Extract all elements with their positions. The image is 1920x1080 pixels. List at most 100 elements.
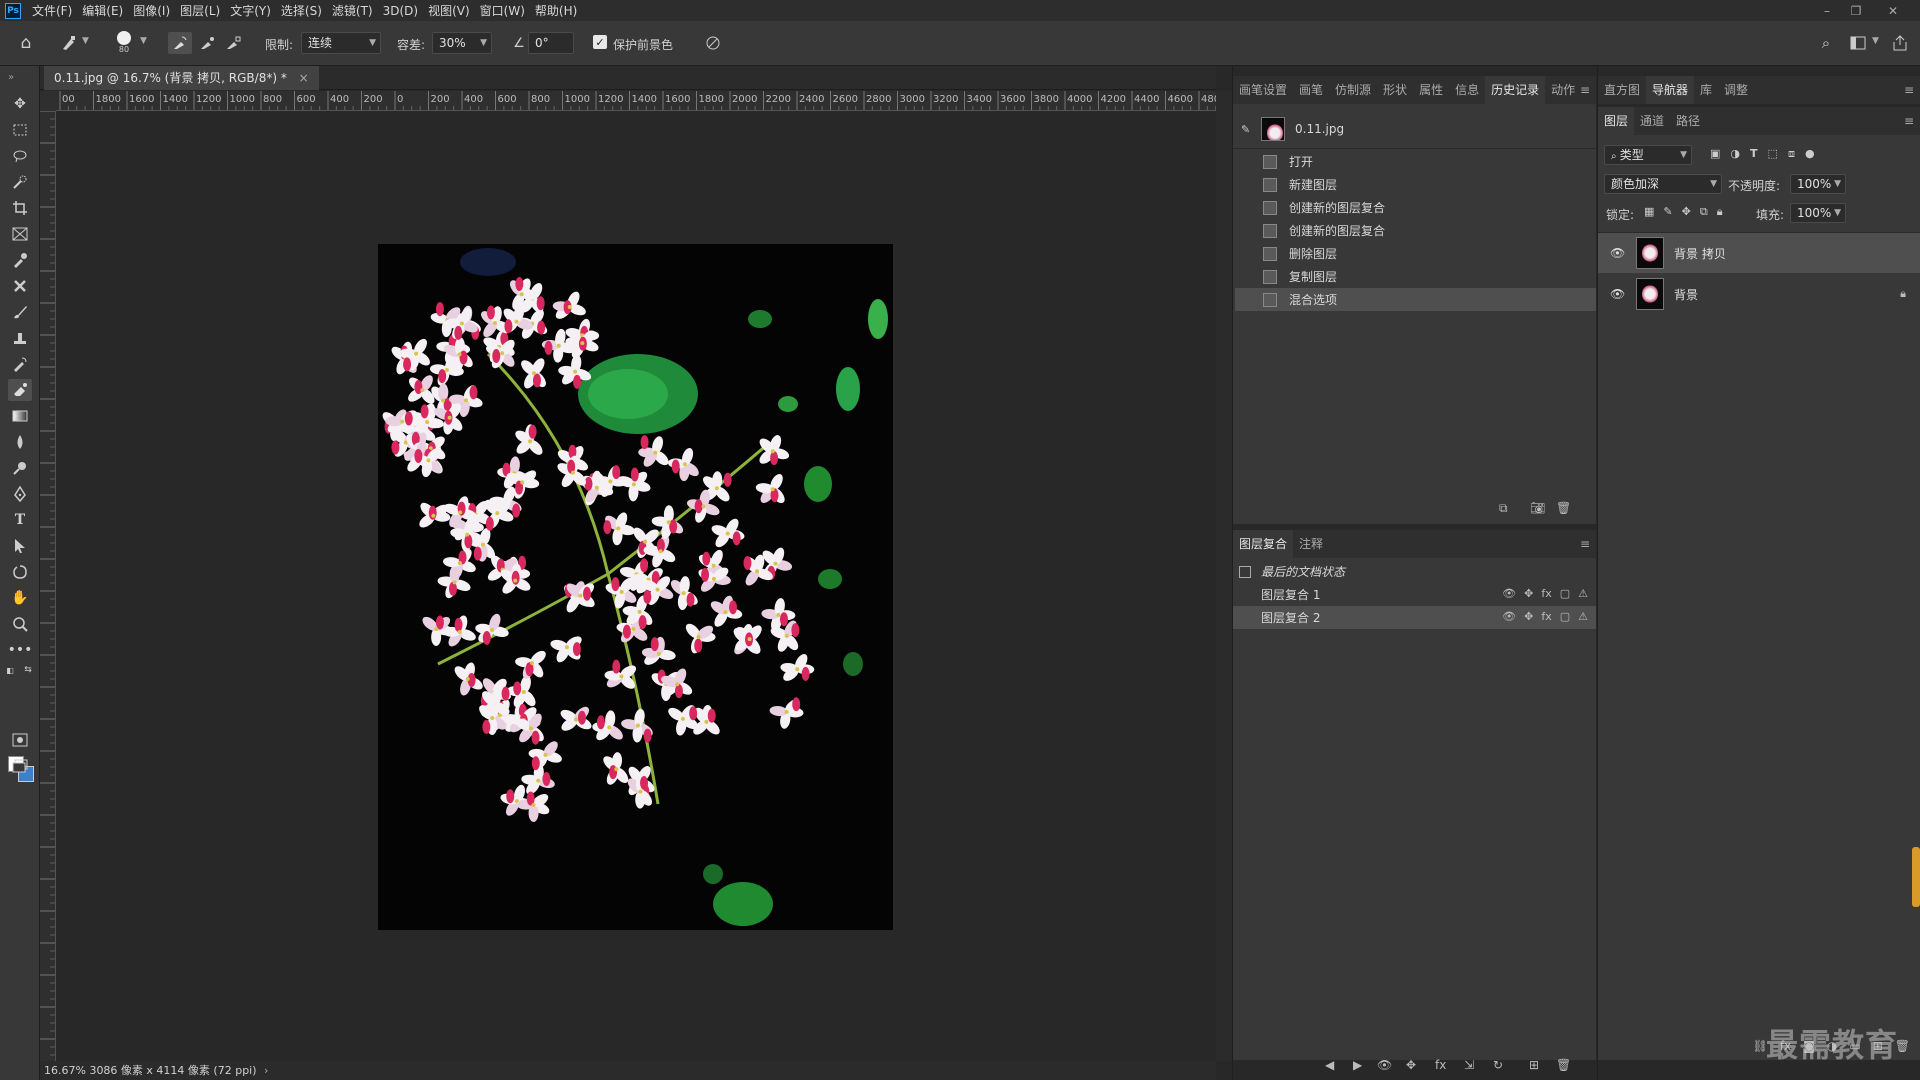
tolerance-input[interactable]: 30% ▼ xyxy=(432,32,492,54)
update-visibility-icon[interactable]: 👁︎ xyxy=(1377,1058,1392,1072)
menu-help[interactable]: 帮助(H) xyxy=(530,2,582,19)
clone-stamp-tool-icon[interactable] xyxy=(8,327,32,349)
eye-icon[interactable]: 👁︎ xyxy=(1610,246,1628,260)
document-tab[interactable]: 0.11.jpg @ 16.7% (背景 拷贝, RGB/8*) * × xyxy=(44,66,319,90)
tab-shapes[interactable]: 形状 xyxy=(1377,76,1413,104)
history-item[interactable]: 新建图层 xyxy=(1235,173,1596,196)
history-item[interactable]: 打开 xyxy=(1235,150,1596,173)
tab-layers[interactable]: 图层 xyxy=(1598,107,1635,135)
swap-colors-icon[interactable]: ⇆ xyxy=(22,664,34,676)
brush-tool-icon[interactable] xyxy=(8,301,32,323)
update-selection-icon[interactable]: ⇲ xyxy=(1464,1058,1474,1072)
layer-comp-row-selected[interactable]: 图层复合 2 👁︎ ✥ fx ▢ ⚠ xyxy=(1233,606,1596,629)
previous-comp-icon[interactable]: ◀ xyxy=(1325,1058,1334,1072)
canvas-vertical-scrollbar[interactable] xyxy=(1216,91,1232,1061)
tab-channels[interactable]: 通道 xyxy=(1634,107,1670,135)
minimize-button[interactable]: – xyxy=(1814,0,1840,21)
chevron-down-icon[interactable]: ▼ xyxy=(140,36,147,46)
next-comp-icon[interactable]: ▶ xyxy=(1353,1058,1362,1072)
layers-scrollbar[interactable] xyxy=(1912,847,1920,907)
more-tools-icon[interactable]: ••• xyxy=(8,639,33,661)
limit-dropdown[interactable]: 连续 ▼ xyxy=(301,32,381,54)
lasso-tool-icon[interactable] xyxy=(8,145,32,167)
last-document-state[interactable]: 最后的文档状态 xyxy=(1233,560,1596,583)
layer-filter-dropdown[interactable]: ⌕ 类型 ▼ xyxy=(1604,145,1692,165)
zoom-tool-icon[interactable] xyxy=(8,613,32,635)
history-item-selected[interactable]: 混合选项 xyxy=(1235,288,1596,311)
screen-mode-icon[interactable] xyxy=(8,755,32,777)
history-state-checkbox[interactable] xyxy=(1241,224,1255,238)
history-state-checkbox[interactable] xyxy=(1241,270,1255,284)
tab-properties[interactable]: 属性 xyxy=(1413,76,1449,104)
history-state-checkbox[interactable] xyxy=(1241,201,1255,215)
update-position-icon[interactable]: ✥ xyxy=(1406,1058,1416,1072)
history-state-checkbox[interactable] xyxy=(1241,155,1255,169)
sampling-once-icon[interactable] xyxy=(196,32,218,54)
tab-libraries[interactable]: 库 xyxy=(1694,76,1718,104)
tab-adjustments[interactable]: 调整 xyxy=(1718,76,1754,104)
protect-foreground-checkbox[interactable]: ✓ xyxy=(593,35,607,49)
history-snapshot[interactable]: ✎ 0.11.jpg xyxy=(1235,113,1596,145)
blend-mode-dropdown[interactable]: 颜色加深 ▼ xyxy=(1604,174,1722,194)
trash-icon[interactable]: 🗑︎ xyxy=(1556,1058,1571,1072)
camera-icon[interactable]: 📷︎ xyxy=(1530,501,1545,515)
fill-input[interactable]: 100% ▼ xyxy=(1790,203,1846,223)
apply-comp-icon[interactable] xyxy=(1239,612,1251,624)
gradient-tool-icon[interactable] xyxy=(8,405,32,427)
chevron-down-icon[interactable]: ▼ xyxy=(82,36,89,46)
angle-input[interactable]: 0° xyxy=(528,32,574,54)
tab-actions[interactable]: 动作 xyxy=(1545,76,1581,104)
smart-object-filter-icon[interactable]: ⧈ xyxy=(1788,147,1795,161)
search-icon[interactable]: ⌕ xyxy=(1815,32,1837,54)
crop-tool-icon[interactable] xyxy=(8,197,32,219)
apply-comp-icon[interactable] xyxy=(1239,565,1251,578)
tab-brush-settings[interactable]: 画笔设置 xyxy=(1233,76,1293,104)
fx-icon[interactable]: fx xyxy=(1541,610,1551,623)
tool-preset-icon[interactable] xyxy=(58,32,80,54)
pixel-filter-icon[interactable]: ▣ xyxy=(1710,147,1720,161)
trash-icon[interactable]: 🗑︎ xyxy=(1556,501,1571,515)
history-state-checkbox[interactable] xyxy=(1241,293,1255,307)
menu-edit[interactable]: 编辑(E) xyxy=(77,2,128,19)
blur-tool-icon[interactable] xyxy=(8,431,32,453)
workspace-icon[interactable] xyxy=(1845,32,1871,54)
new-document-from-state-icon[interactable]: ⧉ xyxy=(1499,501,1508,516)
chevron-right-icon[interactable]: › xyxy=(264,1064,268,1077)
history-state-checkbox[interactable] xyxy=(1241,178,1255,192)
panel-menu-icon[interactable]: ≡ xyxy=(1904,83,1914,97)
doc-icon[interactable]: ▢ xyxy=(1560,610,1570,623)
healing-brush-tool-icon[interactable] xyxy=(8,275,32,297)
ruler-vertical[interactable] xyxy=(40,111,56,1061)
adjustment-filter-icon[interactable]: ◑ xyxy=(1730,147,1740,161)
menu-filter[interactable]: 滤镜(T) xyxy=(327,2,378,19)
tab-layer-comps[interactable]: 图层复合 xyxy=(1233,530,1294,558)
tab-info[interactable]: 信息 xyxy=(1449,76,1485,104)
layer-row-selected[interactable]: 👁︎ 背景 拷贝 xyxy=(1598,233,1920,273)
close-button[interactable]: ✕ xyxy=(1880,0,1906,21)
eyedropper-tool-icon[interactable] xyxy=(8,249,32,271)
lock-all-icon[interactable]: 🔒︎ xyxy=(1717,205,1723,219)
menu-type[interactable]: 文字(Y) xyxy=(225,2,276,19)
history-brush-tool-icon[interactable] xyxy=(8,353,32,375)
lock-position-icon[interactable]: ✥ xyxy=(1682,205,1691,219)
move-tool-icon[interactable]: ✥ xyxy=(8,93,32,115)
position-icon[interactable]: ✥ xyxy=(1524,587,1533,600)
dodge-tool-icon[interactable] xyxy=(8,457,32,479)
history-item[interactable]: 复制图层 xyxy=(1235,265,1596,288)
eye-icon[interactable]: 👁︎ xyxy=(1610,287,1628,301)
warning-icon[interactable]: ⚠ xyxy=(1578,610,1588,623)
tab-paths[interactable]: 路径 xyxy=(1670,107,1706,135)
panel-menu-icon[interactable]: ≡ xyxy=(1580,537,1590,551)
lock-artboard-icon[interactable]: ⧉ xyxy=(1700,205,1708,219)
canvas-area[interactable] xyxy=(56,112,1216,1061)
share-icon[interactable] xyxy=(1889,32,1911,54)
lock-transparency-icon[interactable]: ▦ xyxy=(1644,205,1654,219)
history-state-checkbox[interactable] xyxy=(1241,247,1255,261)
apply-comp-icon[interactable] xyxy=(1239,589,1251,601)
custom-shape-tool-icon[interactable] xyxy=(8,561,32,583)
lock-pixels-icon[interactable]: ✎ xyxy=(1663,205,1672,219)
history-item[interactable]: 删除图层 xyxy=(1235,242,1596,265)
tab-brushes[interactable]: 画笔 xyxy=(1293,76,1329,104)
eye-icon[interactable]: 👁︎ xyxy=(1502,610,1516,623)
layer-comp-row[interactable]: 图层复合 1 👁︎ ✥ fx ▢ ⚠ xyxy=(1233,583,1596,606)
